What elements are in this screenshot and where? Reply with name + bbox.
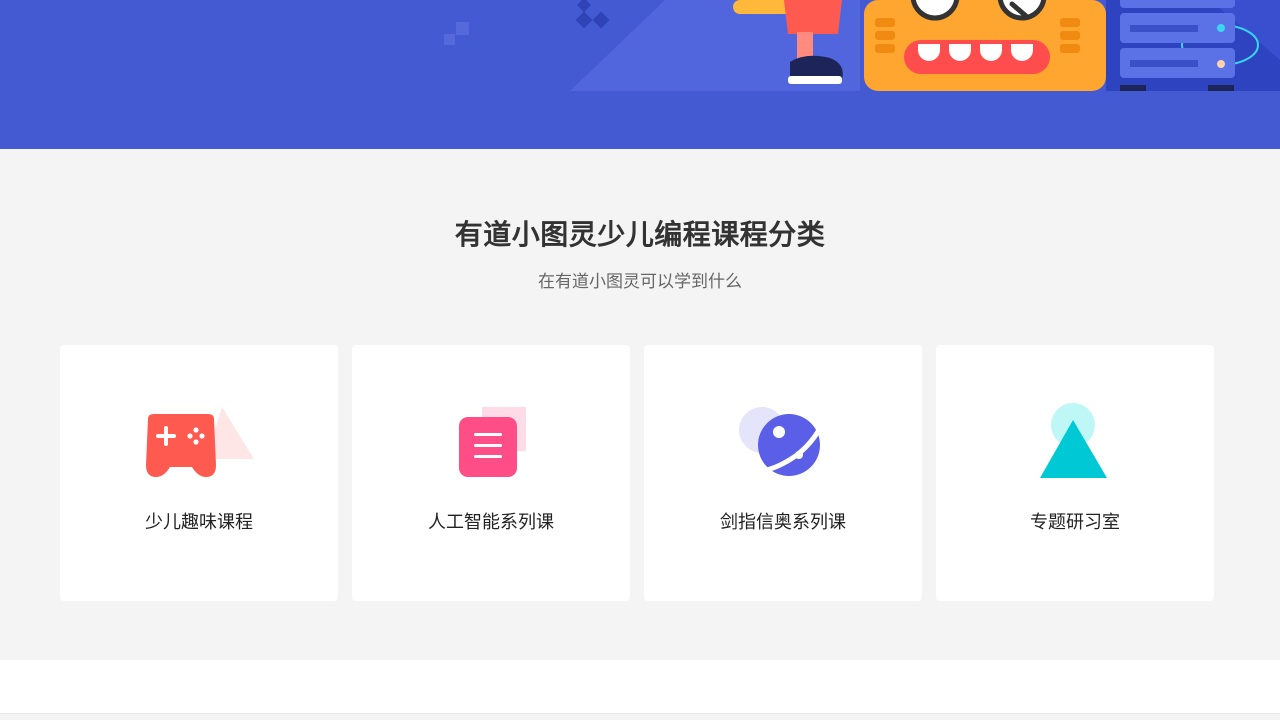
course-card-special[interactable]: 专题研习室 bbox=[936, 345, 1214, 601]
course-card-label: 剑指信奥系列课 bbox=[720, 512, 846, 533]
course-card-ai[interactable]: 人工智能系列课 bbox=[352, 345, 630, 601]
course-card-label: 专题研习室 bbox=[1030, 512, 1120, 533]
planet-icon bbox=[644, 399, 922, 489]
banner-illustration bbox=[444, 0, 1280, 91]
course-categories-section: 有道小图灵少儿编程课程分类 在有道小图灵可以学到什么 少儿趣味课程 人工智能系列… bbox=[0, 149, 1280, 660]
course-card-fun[interactable]: 少儿趣味课程 bbox=[60, 345, 338, 601]
section-subtitle: 在有道小图灵可以学到什么 bbox=[538, 272, 742, 292]
next-section bbox=[0, 660, 1280, 713]
gamepad-icon bbox=[60, 399, 338, 489]
course-card-olympiad[interactable]: 剑指信奥系列课 bbox=[644, 345, 922, 601]
hero-banner bbox=[0, 0, 1280, 149]
document-icon bbox=[352, 399, 630, 489]
divider bbox=[0, 713, 1280, 720]
section-title: 有道小图灵少儿编程课程分类 bbox=[454, 218, 826, 251]
course-card-label: 少儿趣味课程 bbox=[145, 512, 253, 533]
course-card-label: 人工智能系列课 bbox=[428, 512, 554, 533]
triangle-icon bbox=[936, 399, 1214, 489]
course-card-list: 少儿趣味课程 人工智能系列课 剑指信奥系列课 专题研习室 bbox=[60, 345, 1220, 601]
